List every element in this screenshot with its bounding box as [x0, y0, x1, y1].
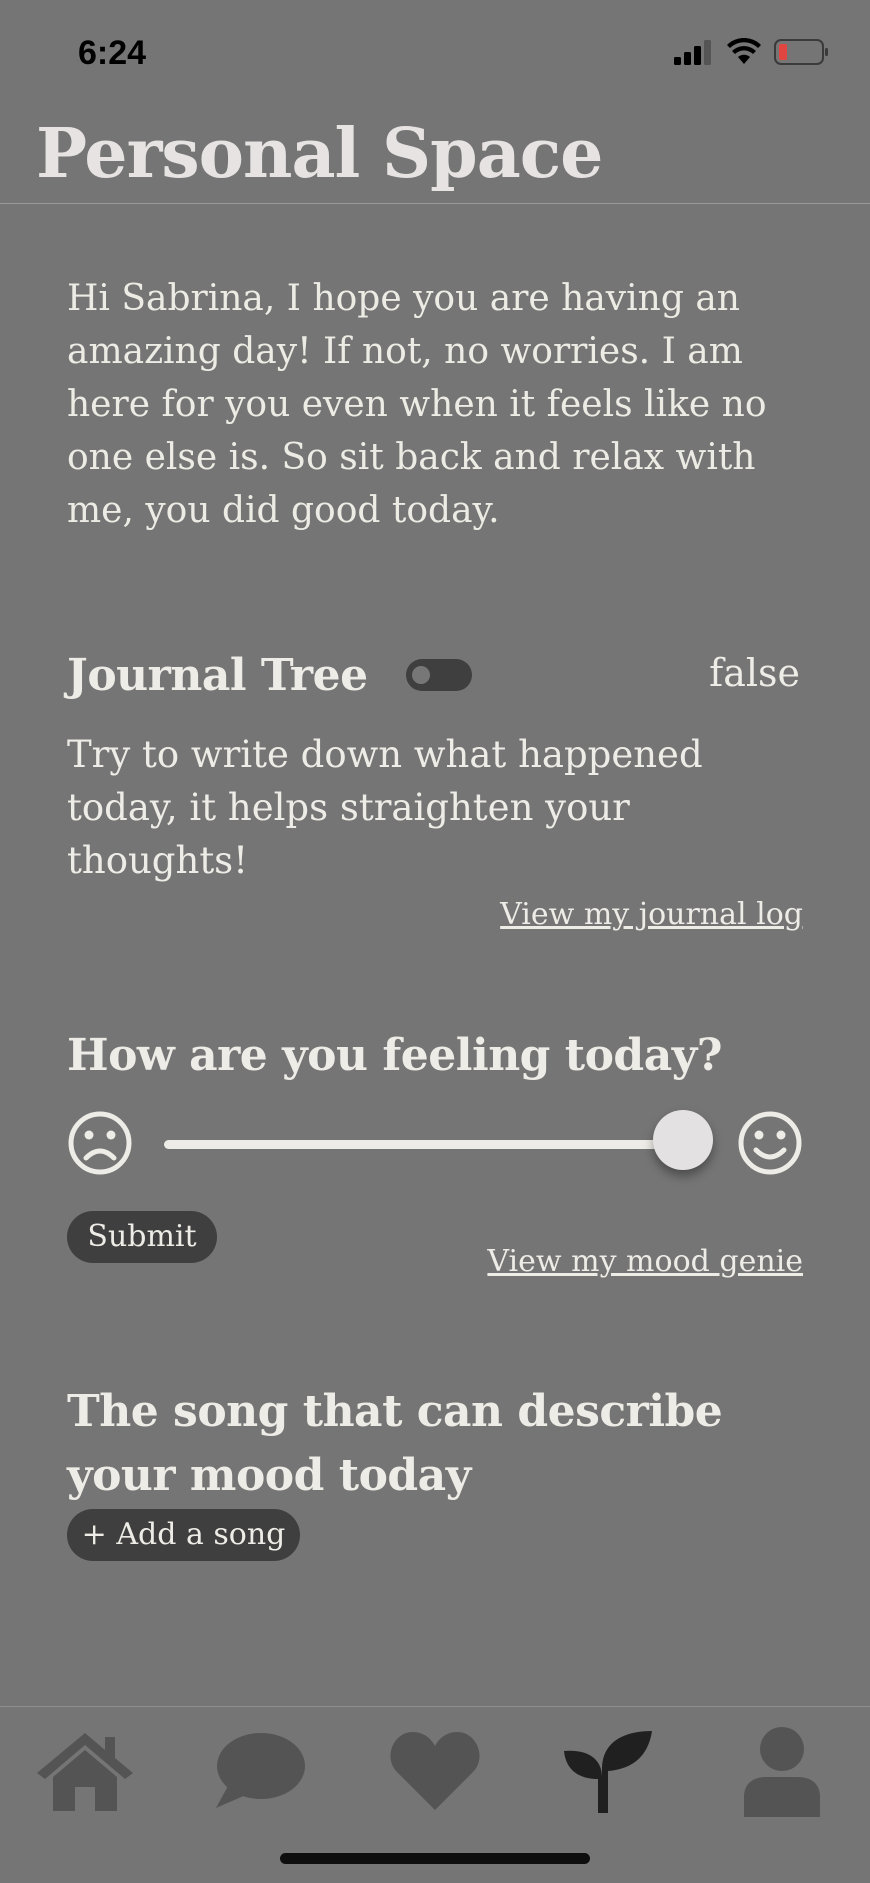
tab-heart[interactable] — [385, 1721, 485, 1821]
tab-home[interactable] — [35, 1721, 135, 1821]
tab-grow[interactable] — [558, 1721, 658, 1821]
submit-mood-button[interactable]: Submit — [67, 1211, 217, 1263]
cellular-signal-icon — [674, 40, 711, 65]
page-title: Personal Space — [36, 114, 603, 194]
sad-face-icon — [68, 1111, 132, 1175]
journal-toggle-value: false — [709, 651, 800, 695]
tab-chat[interactable] — [210, 1721, 310, 1821]
wifi-icon — [727, 38, 761, 64]
mood-slider-row — [67, 1110, 803, 1178]
heart-icon — [390, 1732, 480, 1810]
journal-toggle[interactable] — [406, 659, 472, 691]
view-mood-genie-link[interactable]: View my mood genie — [487, 1244, 803, 1279]
status-bar: 6:24 — [0, 0, 870, 110]
mood-slider-track[interactable] — [164, 1140, 684, 1149]
sprout-icon — [564, 1731, 652, 1813]
journal-description: Try to write down what happened today, i… — [67, 733, 703, 882]
chat-bubble-icon — [216, 1733, 305, 1808]
toggle-knob — [412, 666, 430, 684]
add-song-button[interactable]: + Add a song — [67, 1509, 300, 1561]
status-icons — [674, 38, 830, 66]
header: Personal Space — [0, 110, 870, 204]
song-title: The song that can describe your mood tod… — [67, 1386, 723, 1501]
home-indicator — [280, 1853, 590, 1864]
profile-icon — [744, 1727, 820, 1817]
battery-low-icon — [774, 39, 828, 65]
journal-title: Journal Tree — [67, 650, 368, 701]
status-time: 6:24 — [78, 34, 147, 72]
tab-profile[interactable] — [732, 1721, 832, 1821]
greeting-message: Hi Sabrina, I hope you are having an ama… — [67, 278, 767, 531]
happy-face-icon — [738, 1111, 802, 1175]
mood-title: How are you feeling today? — [67, 1030, 723, 1081]
view-journal-log-link[interactable]: View my journal log — [500, 897, 803, 932]
mood-slider-thumb[interactable] — [653, 1110, 713, 1170]
home-icon — [37, 1733, 133, 1811]
